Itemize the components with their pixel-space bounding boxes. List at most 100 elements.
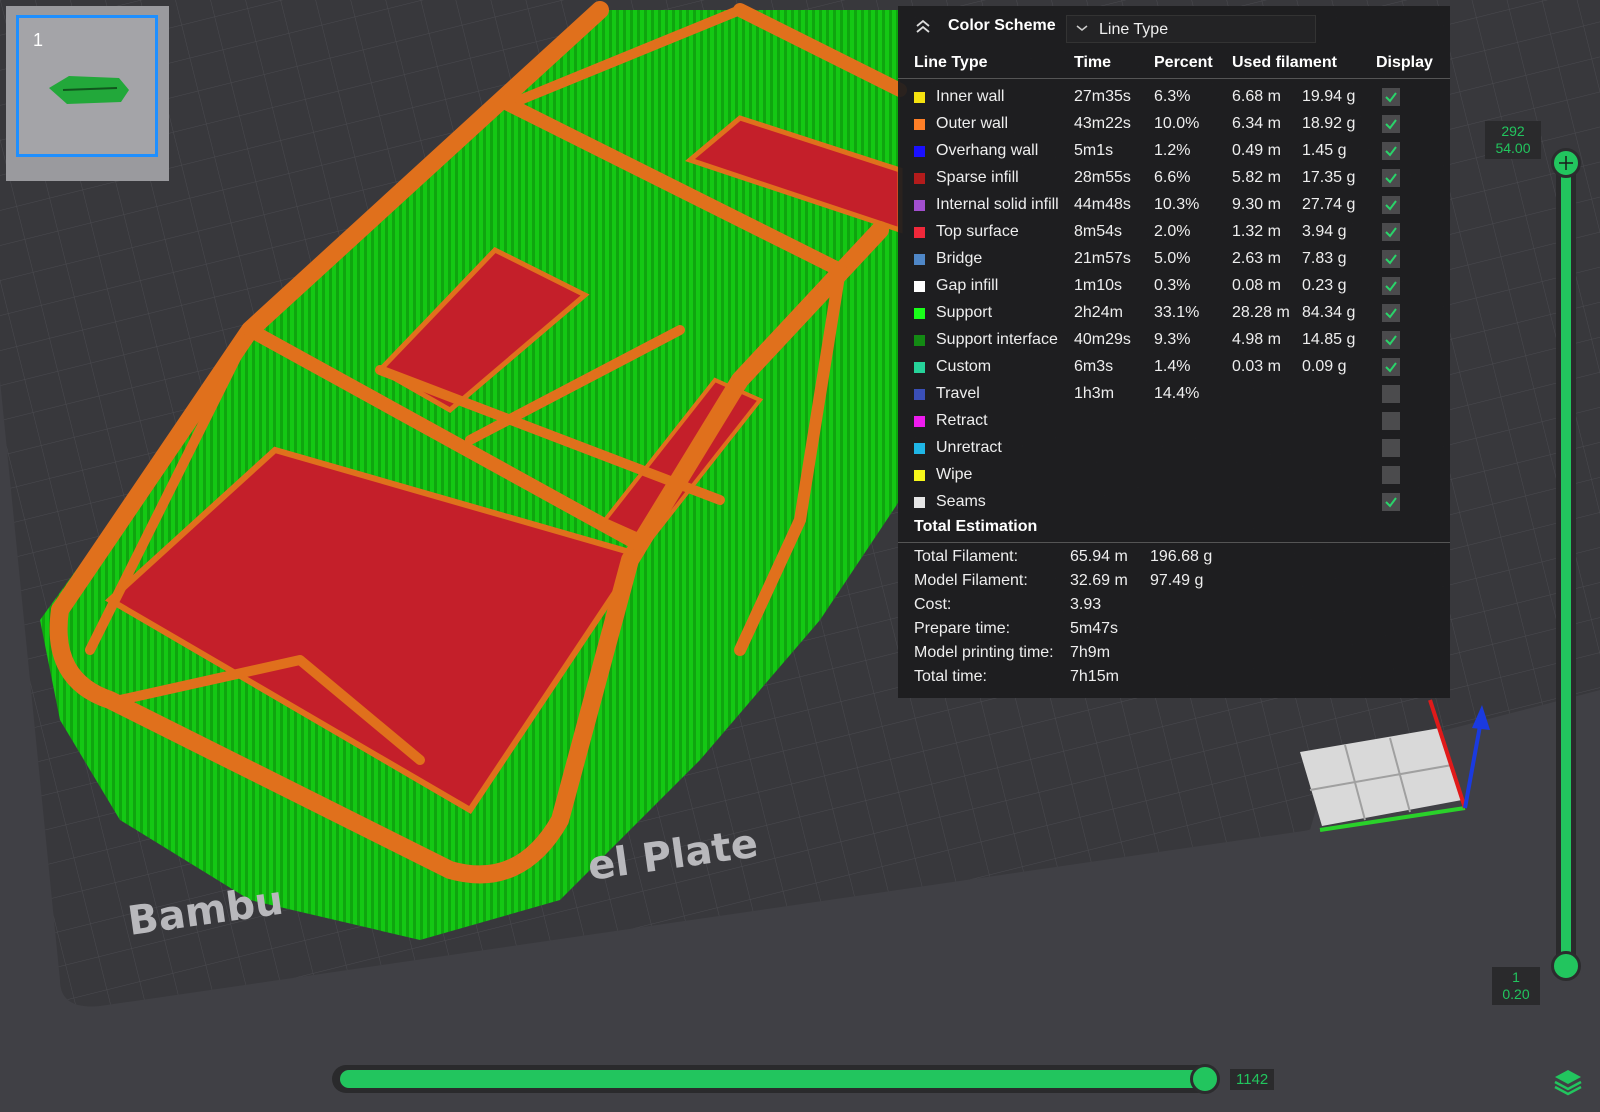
total-estimation-row: Model Filament: 32.69 m 97.49 g	[898, 572, 1450, 596]
color-swatch	[914, 470, 925, 481]
line-type-time: 1m10s	[1074, 277, 1123, 294]
line-type-weight: 0.23 g	[1302, 277, 1347, 294]
line-type-time: 28m55s	[1074, 169, 1131, 186]
plate-thumbnail[interactable]: 1	[16, 15, 158, 157]
line-type-percent: 10.3%	[1154, 196, 1200, 213]
check-icon	[1385, 335, 1397, 346]
layer-slider-range[interactable]	[1561, 162, 1571, 964]
line-type-percent: 2.0%	[1154, 223, 1191, 240]
layer-slider-top-handle[interactable]	[1551, 148, 1581, 178]
color-swatch	[914, 254, 925, 265]
line-type-label: Retract	[936, 412, 988, 429]
line-type-length: 2.63 m	[1232, 250, 1281, 267]
line-type-label: Gap infill	[936, 277, 999, 294]
header-line-type: Line Type	[914, 54, 988, 71]
line-type-length: 6.68 m	[1232, 88, 1281, 105]
display-checkbox[interactable]	[1382, 223, 1400, 241]
header-time: Time	[1074, 54, 1112, 71]
line-type-label: Bridge	[936, 250, 983, 267]
check-icon	[1385, 200, 1397, 211]
check-icon	[1385, 146, 1397, 157]
line-type-row: Support 2h24m 33.1% 28.28 m 84.34 g	[898, 300, 1450, 327]
line-type-percent: 6.6%	[1154, 169, 1191, 186]
display-checkbox[interactable]	[1382, 115, 1400, 133]
display-checkbox[interactable]	[1382, 142, 1400, 160]
color-scheme-title: Color Scheme	[948, 17, 1056, 34]
total-estimation-row: Model printing time: 7h9m	[898, 644, 1450, 668]
display-checkbox[interactable]	[1382, 412, 1400, 430]
line-type-time: 1h3m	[1074, 385, 1115, 402]
line-type-percent: 5.0%	[1154, 250, 1191, 267]
line-type-time: 44m48s	[1074, 196, 1131, 213]
color-scheme-panel: Color Scheme Line Type Line Type Time Pe…	[898, 6, 1450, 698]
color-swatch	[914, 335, 925, 346]
total-estimation-title: Total Estimation	[914, 518, 1038, 535]
display-checkbox[interactable]	[1382, 304, 1400, 322]
estimation-value: 32.69 m	[1070, 572, 1128, 589]
color-swatch	[914, 362, 925, 373]
line-type-percent: 1.2%	[1154, 142, 1191, 159]
line-type-time: 8m54s	[1074, 223, 1123, 240]
line-type-row: Overhang wall 5m1s 1.2% 0.49 m 1.45 g	[898, 138, 1450, 165]
estimation-label: Model Filament:	[914, 572, 1028, 589]
header-display: Display	[1376, 54, 1433, 71]
line-type-length: 0.08 m	[1232, 277, 1281, 294]
line-type-row: Retract	[898, 408, 1450, 435]
color-swatch	[914, 227, 925, 238]
move-slider-handle[interactable]	[1190, 1064, 1220, 1094]
display-checkbox[interactable]	[1382, 385, 1400, 403]
collapse-icon[interactable]	[914, 18, 932, 34]
layer-slider-bottom-label: 1 0.20	[1492, 967, 1540, 1005]
color-swatch	[914, 200, 925, 211]
line-type-row: Custom 6m3s 1.4% 0.03 m 0.09 g	[898, 354, 1450, 381]
line-type-percent: 9.3%	[1154, 331, 1191, 348]
line-type-weight: 84.34 g	[1302, 304, 1356, 321]
display-checkbox[interactable]	[1382, 331, 1400, 349]
line-type-time: 21m57s	[1074, 250, 1131, 267]
header-percent: Percent	[1154, 54, 1213, 71]
line-type-row: Support interface 40m29s 9.3% 4.98 m 14.85 g	[898, 327, 1450, 354]
line-type-percent: 14.4%	[1154, 385, 1200, 402]
display-checkbox[interactable]	[1382, 169, 1400, 187]
estimation-value: 7h9m	[1070, 644, 1111, 661]
check-icon	[1385, 173, 1397, 184]
color-swatch	[914, 416, 925, 427]
line-type-length: 4.98 m	[1232, 331, 1281, 348]
line-type-label: Overhang wall	[936, 142, 1039, 159]
move-slider-range[interactable]	[340, 1070, 1208, 1088]
display-checkbox[interactable]	[1382, 250, 1400, 268]
line-type-weight: 7.83 g	[1302, 250, 1347, 267]
line-type-label: Custom	[936, 358, 992, 375]
color-swatch	[914, 281, 925, 292]
color-scheme-select[interactable]: Line Type	[1066, 15, 1316, 43]
line-type-weight: 0.09 g	[1302, 358, 1347, 375]
line-type-weight: 19.94 g	[1302, 88, 1356, 105]
total-estimation-row: Prepare time: 5m47s	[898, 620, 1450, 644]
display-checkbox[interactable]	[1382, 493, 1400, 511]
display-checkbox[interactable]	[1382, 439, 1400, 457]
check-icon	[1385, 281, 1397, 292]
line-type-weight: 17.35 g	[1302, 169, 1356, 186]
estimation-label: Model printing time:	[914, 644, 1054, 661]
line-type-length: 28.28 m	[1232, 304, 1290, 321]
line-type-length: 9.30 m	[1232, 196, 1281, 213]
line-type-row: Outer wall 43m22s 10.0% 6.34 m 18.92 g	[898, 111, 1450, 138]
display-checkbox[interactable]	[1382, 466, 1400, 484]
line-type-label: Top surface	[936, 223, 1019, 240]
check-icon	[1385, 254, 1397, 265]
display-checkbox[interactable]	[1382, 88, 1400, 106]
display-checkbox[interactable]	[1382, 358, 1400, 376]
line-type-row: Bridge 21m57s 5.0% 2.63 m 7.83 g	[898, 246, 1450, 273]
chevron-down-icon	[1076, 25, 1088, 31]
line-type-length: 6.34 m	[1232, 115, 1281, 132]
line-type-row: Sparse infill 28m55s 6.6% 5.82 m 17.35 g	[898, 165, 1450, 192]
check-icon	[1385, 497, 1397, 508]
layer-slider-bottom-handle[interactable]	[1551, 951, 1581, 981]
check-icon	[1385, 227, 1397, 238]
top-layer-number: 292	[1501, 123, 1525, 139]
plus-icon	[1559, 156, 1573, 170]
line-type-weight: 1.45 g	[1302, 142, 1347, 159]
layers-icon[interactable]	[1551, 1066, 1585, 1096]
display-checkbox[interactable]	[1382, 277, 1400, 295]
display-checkbox[interactable]	[1382, 196, 1400, 214]
